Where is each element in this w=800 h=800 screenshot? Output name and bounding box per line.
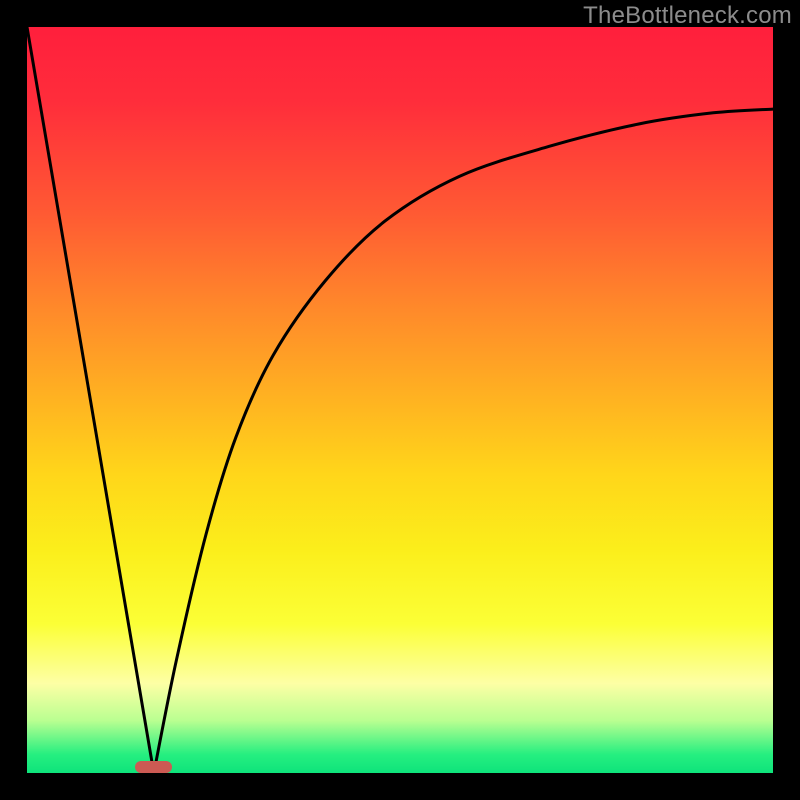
curve-right-branch: [154, 109, 773, 773]
plot-area: [27, 27, 773, 773]
curve-left-branch: [27, 27, 154, 773]
curve-layer: [27, 27, 773, 773]
bottom-marker: [135, 761, 172, 773]
chart-frame: TheBottleneck.com: [0, 0, 800, 800]
watermark-text: TheBottleneck.com: [583, 2, 792, 30]
